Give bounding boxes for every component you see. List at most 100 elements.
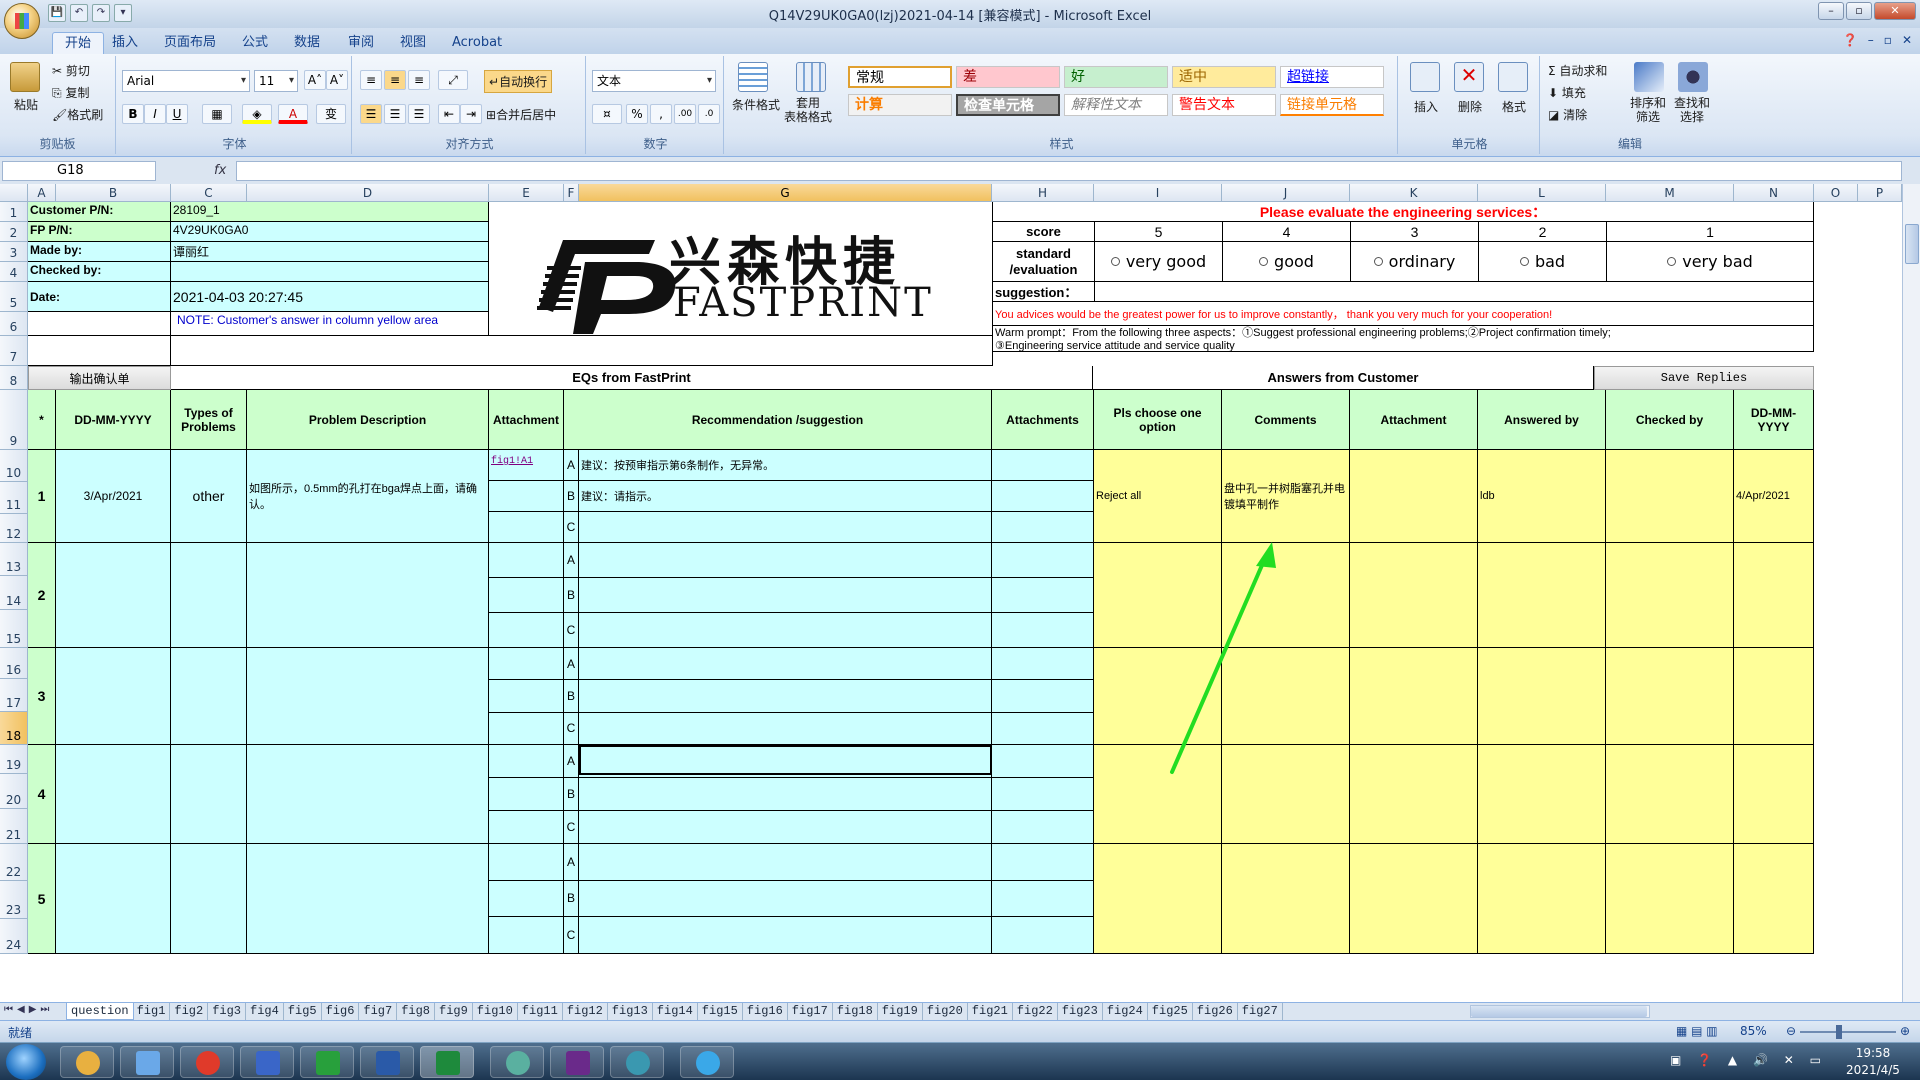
taskbar-app-disk[interactable] [240,1046,294,1078]
option-recommendation[interactable] [579,648,992,681]
horizontal-scrollbar[interactable] [1470,1005,1650,1018]
font-name-select[interactable]: Arial [122,70,250,92]
radio-button-icon[interactable] [1110,257,1120,266]
format-painter-button[interactable]: 🖌格式刷 [52,106,103,123]
rating-option-very-bad[interactable]: very bad [1607,242,1814,282]
underline-button[interactable]: U [166,104,188,124]
currency-button[interactable]: ¤ [592,104,622,124]
style-neutral[interactable]: 适中 [1172,66,1276,88]
clock-time[interactable]: 19:58 [1840,1046,1906,1060]
option-attachments[interactable] [992,578,1094,613]
eq-choice[interactable]: Reject all [1094,450,1222,543]
option-attachments[interactable] [992,844,1094,881]
row-header-24[interactable]: 24 [0,919,28,954]
number-format-select[interactable]: 文本 [592,70,716,92]
eq-answer-date[interactable] [1734,745,1814,844]
column-header-k[interactable]: K [1350,184,1478,202]
format-as-table-icon[interactable] [796,62,826,92]
row-header-13[interactable]: 13 [0,543,28,576]
taskbar-app-shell[interactable] [60,1046,114,1078]
eq-date[interactable] [56,745,171,844]
delete-button[interactable]: 删除 [1458,98,1482,115]
eq-date[interactable]: 3/Apr/2021 [56,450,171,543]
eq-answer-attachment[interactable] [1350,543,1478,648]
help-icon[interactable]: ❓ [1843,33,1858,47]
radio-button-icon[interactable] [1519,257,1529,266]
row-header-18[interactable]: 18 [0,712,28,745]
suggestion-input[interactable] [1095,282,1814,302]
option-recommendation[interactable] [579,844,992,881]
tab-formulas[interactable]: 公式 [230,32,280,54]
rating-option-very-good[interactable]: very good [1095,242,1223,282]
sheet-tab-fig8[interactable]: fig8 [397,1003,435,1020]
eq-comment[interactable] [1222,745,1350,844]
eq-type[interactable] [171,648,247,745]
eq-attachment-link[interactable] [489,917,564,954]
sheet-tab-fig1[interactable]: fig1 [133,1003,171,1020]
column-header-g[interactable]: G [579,184,992,202]
column-header-n[interactable]: N [1734,184,1814,202]
sheet-tab-fig21[interactable]: fig21 [968,1003,1013,1020]
option-attachments[interactable] [992,917,1094,954]
option-attachments[interactable] [992,481,1094,512]
select-all-corner[interactable] [0,184,28,202]
align-right-button[interactable]: ☰ [408,104,430,124]
style-check-cell[interactable]: 检查单元格 [956,94,1060,116]
row-header-8[interactable]: 8 [0,366,28,390]
eq-attachment-link[interactable] [489,778,564,811]
row-header-11[interactable]: 11 [0,482,28,514]
align-top-button[interactable]: ≡ [360,70,382,90]
eq-type[interactable] [171,745,247,844]
option-attachments[interactable] [992,712,1094,745]
row-header-23[interactable]: 23 [0,881,28,919]
clear-button[interactable]: ◪ 清除 [1548,106,1587,123]
sheet-tab-fig2[interactable]: fig2 [170,1003,209,1020]
redo-icon[interactable]: ↷ [92,4,110,22]
formula-input[interactable] [236,161,1902,181]
tab-review[interactable]: 审阅 [336,32,386,54]
sheet-tab-fig13[interactable]: fig13 [608,1003,653,1020]
sheet-tab-fig5[interactable]: fig5 [284,1003,322,1020]
eq-answer-attachment[interactable] [1350,844,1478,954]
sheet-tab-fig22[interactable]: fig22 [1013,1003,1058,1020]
style-explanatory[interactable]: 解释性文本 [1064,94,1168,116]
phonetic-button[interactable]: 变 [316,104,346,124]
format-cells-icon[interactable] [1498,62,1528,92]
output-confirmation-button[interactable]: 输出确认单 [28,366,171,390]
sheet-tab-fig16[interactable]: fig16 [743,1003,788,1020]
option-recommendation[interactable]: 建议：请指示。 [579,481,992,512]
sheet-tab-fig9[interactable]: fig9 [435,1003,473,1020]
decrease-indent-button[interactable]: ⇤ [438,104,460,124]
radio-button-icon[interactable] [1373,257,1383,266]
style-hyperlink[interactable]: 超链接 [1280,66,1384,88]
column-header-a[interactable]: A [28,184,56,202]
eq-answered-by[interactable] [1478,745,1606,844]
shrink-font-button[interactable]: A˅ [326,70,348,90]
eq-checked-by[interactable] [1606,745,1734,844]
row-header-20[interactable]: 20 [0,774,28,809]
conditional-format-button[interactable]: 条件格式 [732,96,780,113]
row-header-14[interactable]: 14 [0,576,28,610]
eq-choice[interactable] [1094,543,1222,648]
eq-checked-by[interactable] [1606,648,1734,745]
taskbar-app-notepad[interactable] [120,1046,174,1078]
eq-date[interactable] [56,543,171,648]
option-recommendation[interactable] [579,712,992,745]
tab-page-layout[interactable]: 页面布局 [152,32,228,54]
date-value[interactable]: 2021-04-03 20:27:45 [171,282,489,312]
maximize-button[interactable]: ▫ [1846,2,1872,20]
eq-answered-by[interactable] [1478,844,1606,954]
minimize-button[interactable]: – [1818,2,1844,20]
column-header-e[interactable]: E [489,184,564,202]
eq-answered-by[interactable]: ldb [1478,450,1606,543]
binoculars-icon[interactable] [1678,62,1708,92]
fp-pn-value[interactable]: 4V29UK0GA0 [171,222,489,242]
restore-workbook-icon[interactable]: ▫ [1884,33,1892,47]
font-size-select[interactable]: 11 [254,70,298,92]
cut-button[interactable]: ✂ 剪切 [52,62,90,79]
eq-attachment-link[interactable] [489,512,564,543]
eq-attachment-link[interactable]: fig1!A1 [489,450,564,481]
option-attachments[interactable] [992,811,1094,844]
worksheet-grid[interactable]: ABCDEFGHIJKLMNOP 1 2 3 4 5 6 7 8 9 10 11 12 13 14 15 16… [0,184,1920,1002]
eq-choice[interactable] [1094,844,1222,954]
